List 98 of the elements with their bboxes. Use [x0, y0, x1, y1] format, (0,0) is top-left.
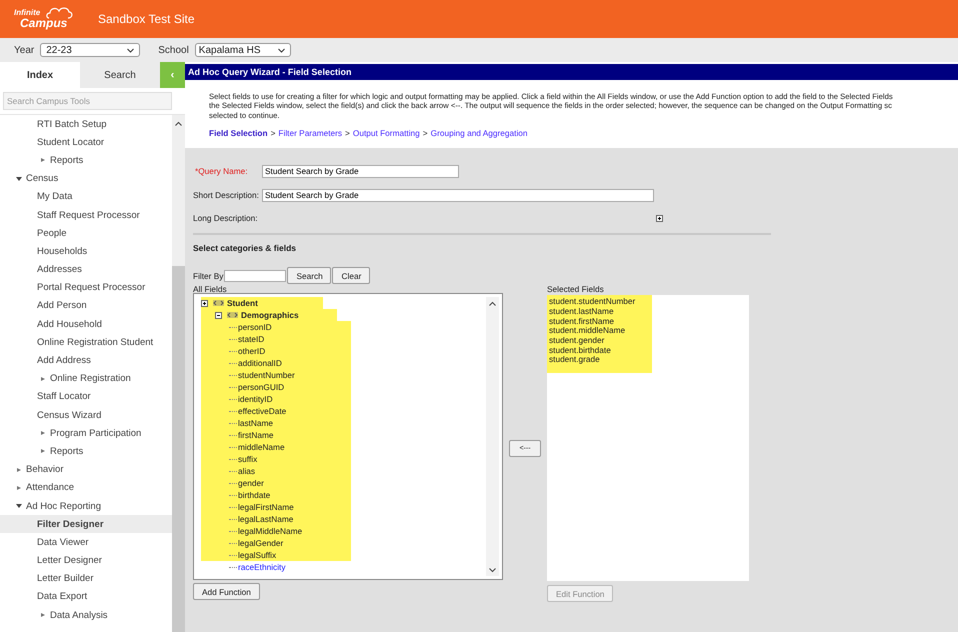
field-node[interactable]: gender — [238, 478, 264, 488]
sidebar-item[interactable]: Data Export — [0, 588, 172, 606]
field-node[interactable]: personID — [238, 322, 272, 332]
add-function-button[interactable]: Add Function — [193, 583, 260, 600]
scrollbar[interactable] — [486, 297, 499, 576]
step-link[interactable]: Field Selection — [209, 128, 268, 138]
category-icon — [227, 312, 238, 318]
filter-field[interactable] — [224, 270, 286, 282]
sidebar-item[interactable]: Households — [0, 242, 172, 260]
all-fields-list[interactable] — [193, 293, 503, 580]
selected-field[interactable]: student.lastName — [549, 306, 647, 317]
sidebar-item[interactable]: Add Address — [0, 351, 172, 370]
cloud-icon — [46, 6, 74, 20]
chevron-down-icon — [127, 48, 134, 52]
school-label: School — [158, 44, 189, 56]
field-node[interactable]: stateID — [238, 334, 264, 344]
clear-button[interactable]: Clear — [332, 267, 370, 284]
short-description-field[interactable]: Student Search by Grade — [262, 188, 654, 202]
sidebar-item[interactable]: Program Participation — [0, 424, 172, 442]
sidebar-item[interactable]: Staff Locator — [0, 388, 172, 406]
step-separator: > — [422, 128, 428, 138]
sidebar-item[interactable]: Reports — [0, 151, 172, 170]
query-name-field[interactable]: Student Search by Grade — [262, 164, 459, 178]
sidebar-item[interactable]: Staff Request Processor — [0, 206, 172, 224]
step-link[interactable]: Grouping and Aggregation — [430, 128, 528, 138]
collapse-icon[interactable] — [215, 312, 222, 319]
sidebar-item[interactable]: Data Analysis — [0, 606, 172, 624]
scroll-up-icon[interactable] — [489, 301, 496, 306]
sidebar-item[interactable]: Reports — [0, 442, 172, 461]
sidebar-item[interactable]: Addresses — [0, 260, 172, 279]
sidebar-item[interactable]: Census — [0, 170, 172, 188]
scrollbar[interactable] — [172, 115, 185, 632]
caret-right-icon — [40, 612, 46, 618]
sidebar-item[interactable]: People — [0, 224, 172, 242]
field-node[interactable]: suffix — [238, 454, 258, 464]
sidebar-item[interactable]: Letter Builder — [0, 570, 172, 588]
sidebar-item[interactable]: Behavior — [0, 460, 172, 479]
sidebar-item[interactable]: Letter Designer — [0, 552, 172, 570]
wizard-title: Ad Hoc Query Wizard - Field Selection — [185, 64, 958, 80]
sidebar-item[interactable]: Data Viewer — [0, 533, 172, 552]
caret-down-icon — [16, 503, 22, 510]
field-label: Short Description: — [193, 190, 259, 200]
selected-field[interactable]: student.grade — [549, 355, 647, 366]
caret-right-icon — [16, 484, 22, 491]
school-dropdown[interactable]: Kapalama HS — [194, 43, 291, 57]
field-node[interactable]: identityID — [238, 394, 273, 404]
year-dropdown[interactable]: 22-23 — [40, 43, 140, 57]
sidebar-item[interactable]: Add Person — [0, 296, 172, 316]
sidebar-tab[interactable]: Search — [80, 62, 160, 88]
step-separator: > — [345, 128, 350, 138]
sidebar-item[interactable]: Add Household — [0, 315, 172, 334]
search-field[interactable]: Search Campus Tools — [3, 92, 172, 110]
sidebar-item[interactable]: RTI Batch Setup — [0, 115, 172, 134]
category-icon — [213, 300, 224, 306]
caret-down-icon — [16, 176, 22, 182]
selected-field[interactable]: student.studentNumber — [549, 297, 647, 307]
step-link[interactable]: Filter Parameters — [278, 128, 342, 138]
sidebar-item[interactable]: Filter Designer — [0, 515, 172, 534]
site-name: Sandbox Test Site — [98, 12, 195, 26]
scroll-up-icon[interactable] — [175, 121, 182, 126]
caret-right-icon — [16, 466, 22, 473]
caret-right-icon — [40, 157, 46, 164]
sidebar-item[interactable]: Online Registration — [0, 370, 172, 388]
step-link[interactable]: Output Formatting — [352, 128, 420, 138]
field-label: Filter By — [193, 270, 224, 281]
chevron-down-icon — [278, 48, 285, 52]
sidebar-item[interactable]: Census Wizard — [0, 406, 172, 424]
box-label: All Fields — [193, 284, 228, 294]
scroll-down-icon[interactable] — [489, 568, 496, 574]
selected-fields-list[interactable]: student.studentNumber student.lastName student.firstName student.middleName student.gender student.birthdate student.grade — [547, 295, 749, 582]
field-node[interactable]: raceEthnicity — [238, 562, 286, 572]
sidebar-item[interactable]: My Data — [0, 188, 172, 206]
sidebar-item[interactable]: Attendance — [0, 478, 172, 497]
field-node[interactable]: otherID — [238, 346, 266, 356]
expand-icon[interactable] — [656, 214, 663, 222]
step-separator: > — [270, 128, 276, 138]
section-heading: Select categories & fields — [193, 243, 297, 254]
field-label: Long Description: — [193, 213, 258, 224]
caret-right-icon — [40, 448, 46, 454]
expand-icon[interactable] — [201, 300, 208, 307]
field-label: *Query Name: — [195, 166, 249, 176]
sidebar-item[interactable]: Student Locator — [0, 133, 172, 152]
selected-field[interactable]: student.middleName — [549, 326, 647, 336]
field-node[interactable]: birthdate — [238, 490, 270, 500]
sidebar-item[interactable]: Online Registration Student — [0, 333, 172, 352]
box-label: Selected Fields — [547, 284, 605, 294]
sidebar-item[interactable]: Ad Hoc Reporting — [0, 496, 172, 516]
sidebar-item[interactable]: Portal Request Processor — [0, 278, 172, 297]
field-node[interactable]: firstName — [238, 430, 274, 440]
caret-right-icon — [40, 376, 46, 382]
search-button[interactable]: Search — [287, 267, 332, 284]
caret-right-icon — [40, 430, 46, 436]
selected-field[interactable]: student.gender — [549, 336, 647, 346]
selected-field[interactable]: student.firstName — [549, 316, 647, 326]
field-node[interactable]: lastName — [238, 418, 274, 428]
selected-field[interactable]: student.birthdate — [549, 346, 647, 356]
year-label: Year — [14, 44, 34, 56]
field-node[interactable]: alias — [238, 466, 256, 476]
